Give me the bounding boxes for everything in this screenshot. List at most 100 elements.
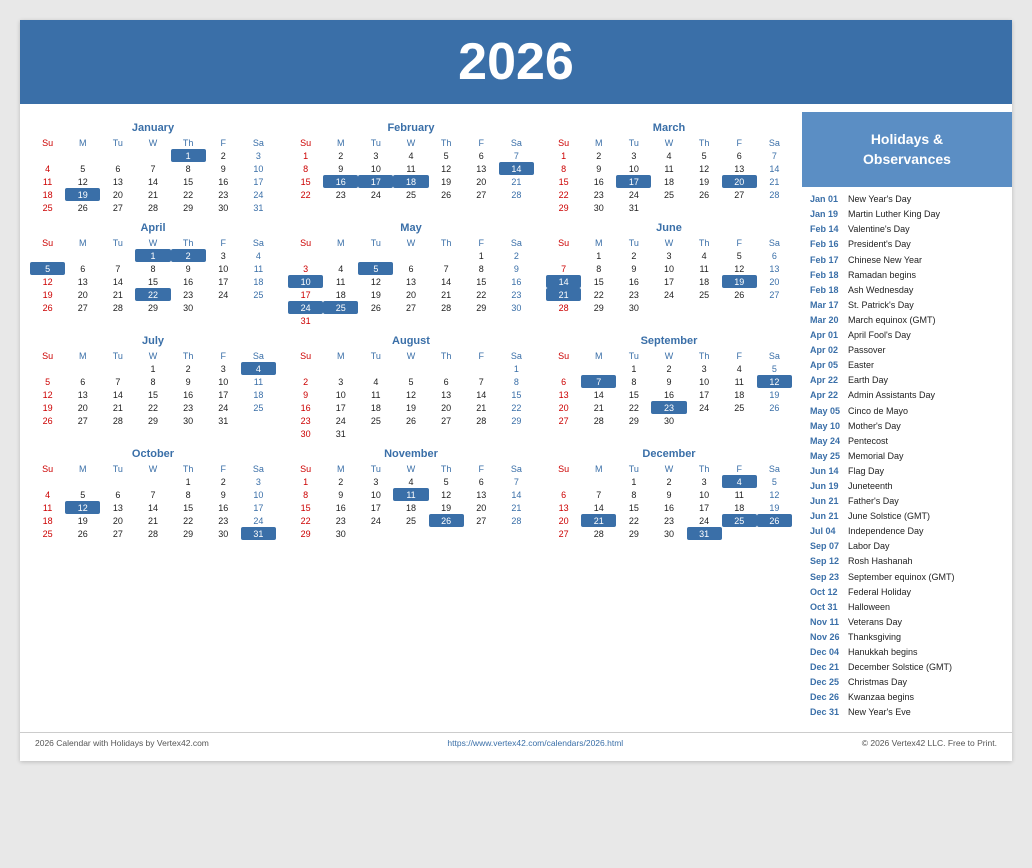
calendar-day: 26 xyxy=(429,188,464,201)
holiday-name: Chinese New Year xyxy=(848,254,922,267)
calendar-day xyxy=(323,362,358,375)
calendar-day: 7 xyxy=(429,262,464,275)
calendar-day: 5 xyxy=(687,149,722,162)
calendar-day: 12 xyxy=(30,275,65,288)
calendar-day: 25 xyxy=(30,201,65,214)
calendar-day: 15 xyxy=(171,175,206,188)
calendar-day: 2 xyxy=(206,149,241,162)
holiday-name: Rosh Hashanah xyxy=(848,555,913,568)
calendar-day: 23 xyxy=(171,288,206,301)
calendar-day: 11 xyxy=(651,162,686,175)
month-title-august: August xyxy=(288,335,534,347)
holiday-date: Jan 01 xyxy=(810,193,848,206)
calendar-day: 7 xyxy=(100,262,135,275)
calendar-day: 24 xyxy=(358,514,393,527)
calendar-day: 19 xyxy=(393,401,428,414)
calendar-day: 24 xyxy=(323,414,358,427)
calendar-day: 3 xyxy=(206,249,241,262)
calendar-day: 29 xyxy=(135,301,170,314)
calendar-day xyxy=(393,527,428,540)
calendar-day: 7 xyxy=(546,262,581,275)
holiday-name: December Solstice (GMT) xyxy=(848,661,952,674)
page-container: 2026 JanuarySuMTuWThFSa12345678910111213… xyxy=(20,20,1012,761)
month-august: AugustSuMTuWThFSa12345678910111213141516… xyxy=(288,335,534,440)
calendar-day: 26 xyxy=(757,401,792,414)
holiday-date: Apr 02 xyxy=(810,344,848,357)
holiday-date: Feb 14 xyxy=(810,223,848,236)
holiday-name: April Fool's Day xyxy=(848,329,911,342)
calendar-day: 24 xyxy=(687,514,722,527)
calendar-day: 3 xyxy=(687,475,722,488)
holiday-item: Dec 25Christmas Day xyxy=(810,676,1004,689)
calendar-day: 9 xyxy=(288,388,323,401)
calendar-day: 12 xyxy=(757,488,792,501)
calendar-day: 21 xyxy=(546,288,581,301)
calendar-day: 26 xyxy=(65,201,100,214)
calendar-day xyxy=(464,527,499,540)
calendar-day xyxy=(30,475,65,488)
month-title-november: November xyxy=(288,448,534,460)
calendar-day: 2 xyxy=(171,249,206,262)
calendar-day: 8 xyxy=(135,262,170,275)
calendar-day: 19 xyxy=(429,175,464,188)
holiday-item: Nov 26Thanksgiving xyxy=(810,631,1004,644)
holiday-date: Jun 21 xyxy=(810,495,848,508)
calendar-day xyxy=(358,362,393,375)
holiday-item: May 25Memorial Day xyxy=(810,450,1004,463)
calendar-day: 25 xyxy=(323,301,358,314)
calendar-day: 8 xyxy=(581,262,616,275)
footer-center[interactable]: https://www.vertex42.com/calendars/2026.… xyxy=(447,738,623,748)
calendar-day: 27 xyxy=(393,301,428,314)
holiday-item: May 05Cinco de Mayo xyxy=(810,405,1004,418)
calendar-day: 14 xyxy=(429,275,464,288)
calendar-day: 25 xyxy=(687,288,722,301)
calendar-day: 26 xyxy=(687,188,722,201)
holiday-name: Labor Day xyxy=(848,540,890,553)
calendar-day xyxy=(393,427,428,440)
calendar-day: 23 xyxy=(323,514,358,527)
calendar-day: 1 xyxy=(288,149,323,162)
calendar-day: 23 xyxy=(651,514,686,527)
holiday-item: Feb 17Chinese New Year xyxy=(810,254,1004,267)
calendar-day: 26 xyxy=(65,527,100,540)
calendar-day: 27 xyxy=(100,527,135,540)
calendar-day: 17 xyxy=(358,501,393,514)
calendar-day: 13 xyxy=(393,275,428,288)
month-table-july: SuMTuWThFSa12345678910111213141516171819… xyxy=(30,350,276,427)
holiday-name: June Solstice (GMT) xyxy=(848,510,930,523)
calendar-day: 7 xyxy=(581,375,616,388)
calendar-day: 9 xyxy=(581,162,616,175)
calendar-day: 16 xyxy=(206,501,241,514)
calendar-day: 7 xyxy=(499,475,534,488)
calendar-day: 4 xyxy=(323,262,358,275)
calendar-day xyxy=(651,201,686,214)
calendar-day xyxy=(135,475,170,488)
calendar-day: 4 xyxy=(241,362,276,375)
holiday-item: Jan 19Martin Luther King Day xyxy=(810,208,1004,221)
calendar-day: 19 xyxy=(65,188,100,201)
calendar-day: 27 xyxy=(757,288,792,301)
calendar-day: 16 xyxy=(499,275,534,288)
calendar-day: 12 xyxy=(358,275,393,288)
holiday-item: Oct 12Federal Holiday xyxy=(810,586,1004,599)
holiday-date: Feb 18 xyxy=(810,284,848,297)
holiday-name: Cinco de Mayo xyxy=(848,405,908,418)
calendar-day: 1 xyxy=(171,475,206,488)
calendar-day: 15 xyxy=(288,175,323,188)
calendar-day: 19 xyxy=(30,401,65,414)
calendar-day: 7 xyxy=(499,149,534,162)
month-november: NovemberSuMTuWThFSa123456789101112131415… xyxy=(288,448,534,540)
calendar-day: 17 xyxy=(358,175,393,188)
calendar-day xyxy=(429,362,464,375)
holiday-date: Nov 26 xyxy=(810,631,848,644)
calendar-day: 16 xyxy=(581,175,616,188)
calendar-day: 12 xyxy=(429,162,464,175)
calendar-day: 17 xyxy=(616,175,651,188)
holiday-date: Apr 01 xyxy=(810,329,848,342)
calendar-day xyxy=(241,414,276,427)
calendar-day: 17 xyxy=(241,175,276,188)
calendar-day: 20 xyxy=(393,288,428,301)
calendar-day: 12 xyxy=(30,388,65,401)
calendar-day: 25 xyxy=(393,514,428,527)
calendar-day: 21 xyxy=(581,401,616,414)
